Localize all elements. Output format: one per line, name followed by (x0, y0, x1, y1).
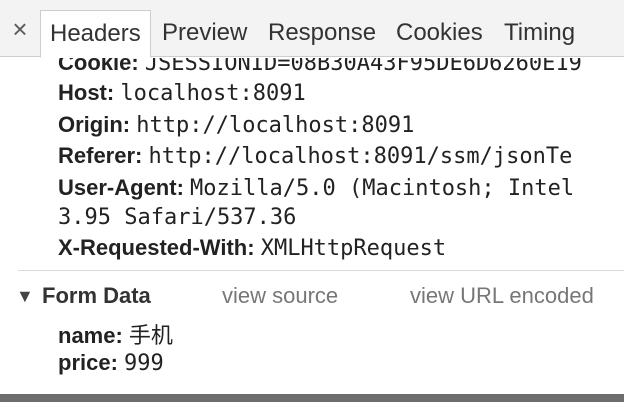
header-value: http://localhost:8091/ssm/jsonTe (148, 144, 573, 169)
form-field-value: 手机 (128, 324, 173, 349)
header-name: Referer: (58, 143, 143, 168)
header-value: JSESSIONID=08B30A43F95DE6D6260E19 (144, 58, 582, 76)
header-row-user-agent: User-Agent: Mozilla/5.0 (Macintosh; Inte… (58, 175, 574, 201)
tab-preview[interactable]: Preview (153, 10, 256, 57)
header-row-cookie: Cookie: JSESSIONID=08B30A43F95DE6D6260E1… (58, 58, 582, 76)
form-field-row-name: name: 手机 (58, 318, 173, 350)
header-value: Mozilla/5.0 (Macintosh; Intel (190, 176, 575, 201)
section-divider (18, 270, 624, 271)
form-data-section-header[interactable]: ▼ Form Data view source view URL encoded (16, 283, 624, 311)
tab-response[interactable]: Response (259, 10, 385, 57)
header-value: http://localhost:8091 (136, 113, 415, 138)
view-source-link[interactable]: view source (222, 283, 338, 309)
view-url-encoded-link[interactable]: view URL encoded (410, 283, 594, 309)
header-row-x-requested-with: X-Requested-With: XMLHttpRequest (58, 235, 446, 261)
header-row-host: Host: localhost:8091 (58, 80, 306, 106)
form-field-name: name: (58, 323, 123, 348)
header-value: localhost:8091 (120, 81, 306, 106)
form-field-row-price: price: 999 (58, 350, 164, 376)
devtools-tab-bar: × Headers Preview Response Cookies Timin… (0, 0, 624, 58)
header-name: Host: (58, 80, 115, 105)
headers-panel: Cookie: JSESSIONID=08B30A43F95DE6D6260E1… (0, 58, 624, 394)
header-name: Origin: (58, 112, 131, 137)
header-name: Cookie: (58, 58, 139, 75)
form-data-title: Form Data (42, 283, 151, 308)
bottom-status-bar (0, 394, 624, 402)
header-name: User-Agent: (58, 175, 184, 200)
form-field-name: price: (58, 350, 118, 375)
tab-headers[interactable]: Headers (40, 10, 151, 58)
header-row-user-agent-cont: 3.95 Safari/537.36 (58, 204, 296, 230)
tab-timing[interactable]: Timing (495, 10, 584, 57)
close-icon[interactable]: × (6, 12, 34, 46)
form-field-value: 999 (124, 351, 164, 376)
header-value-continuation: 3.95 Safari/537.36 (58, 205, 297, 230)
header-row-referer: Referer: http://localhost:8091/ssm/jsonT… (58, 143, 572, 169)
triangle-down-icon[interactable]: ▼ (16, 286, 34, 307)
header-name: X-Requested-With: (58, 235, 255, 260)
header-row-origin: Origin: http://localhost:8091 (58, 112, 414, 138)
tab-cookies[interactable]: Cookies (387, 10, 492, 57)
header-value: XMLHttpRequest (260, 236, 447, 261)
